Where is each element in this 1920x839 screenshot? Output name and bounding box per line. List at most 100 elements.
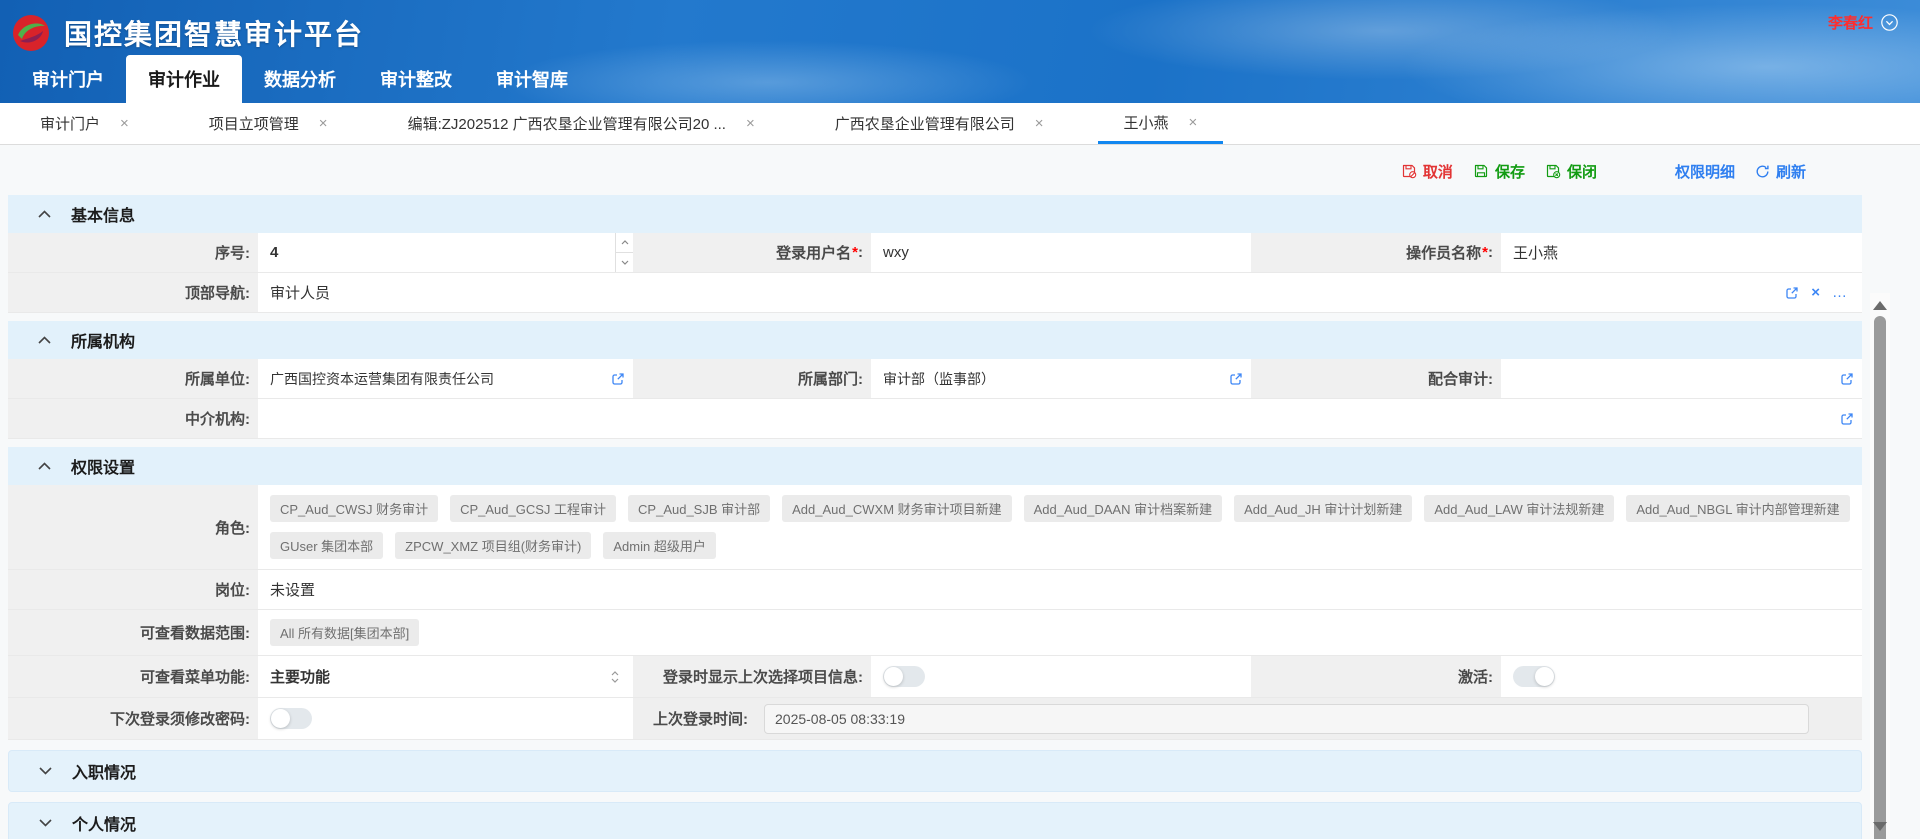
section-title: 基本信息 [71, 202, 135, 226]
role-tag: Add_Aud_CWXM 财务审计项目新建 [782, 495, 1012, 522]
operator-name-label: 操作员名称*: [1251, 233, 1501, 272]
tab-wangxiaoyan[interactable]: 王小燕 × [1098, 103, 1224, 144]
scrollbar-thumb[interactable] [1874, 316, 1886, 839]
user-dropdown-icon[interactable] [1881, 14, 1898, 31]
show-last-project-label: 登录时显示上次选择项目信息: [633, 656, 871, 697]
position-value: 未设置 [258, 570, 1862, 609]
role-tag: Add_Aud_LAW 审计法规新建 [1424, 495, 1614, 522]
top-nav-input[interactable]: 审计人员 × … [258, 273, 1862, 312]
number-spinner[interactable] [615, 233, 633, 272]
row-roles: 角色: CP_Aud_CWSJ 财务审计 CP_Aud_GCSJ 工程审计 CP… [8, 485, 1862, 570]
refresh-label: 刷新 [1776, 161, 1806, 182]
login-name-input[interactable]: wxy [871, 233, 1251, 272]
cancel-label: 取消 [1423, 161, 1453, 182]
tab-edit-zj202512[interactable]: 编辑:ZJ202512 广西农垦企业管理有限公司20 ... × [382, 103, 781, 144]
nav-item-data-analysis[interactable]: 数据分析 [242, 55, 358, 103]
chevron-down-icon [39, 814, 52, 832]
close-icon[interactable]: × [1035, 115, 1044, 132]
section-title: 权限设置 [71, 454, 135, 478]
active-toggle[interactable] [1513, 666, 1555, 687]
last-login-label: 上次登录时间: [653, 708, 756, 729]
spinner-down-icon[interactable] [616, 253, 633, 272]
coop-audit-input[interactable] [1501, 359, 1862, 398]
cancel-button[interactable]: 取消 [1401, 161, 1453, 182]
section-title: 所属机构 [71, 328, 135, 352]
active-cell [1501, 656, 1862, 697]
tab-gxnk-company[interactable]: 广西农垦企业管理有限公司 × [809, 103, 1070, 144]
section-perms-header[interactable]: 权限设置 [8, 447, 1862, 485]
chevron-up-icon [38, 205, 51, 223]
vertical-scrollbar[interactable] [1870, 293, 1890, 839]
external-link-icon[interactable] [1785, 286, 1799, 300]
section-org-header[interactable]: 所属机构 [8, 321, 1862, 359]
close-icon[interactable]: × [746, 115, 755, 132]
scroll-up-icon[interactable] [1873, 301, 1887, 310]
close-icon[interactable]: × [1189, 114, 1198, 131]
last-login-value: 2025-08-05 08:33:19 [764, 704, 1809, 734]
external-link-icon[interactable] [1840, 412, 1854, 426]
floppy-close-icon [1545, 163, 1561, 179]
data-scope-tag: All 所有数据[集团本部] [270, 619, 419, 646]
close-icon[interactable]: × [120, 115, 129, 132]
close-icon[interactable]: × [319, 115, 328, 132]
form-toolbar: 取消 保存 保闭 权限明细 刷新 [8, 155, 1862, 187]
nav-item-audit-portal[interactable]: 审计门户 [10, 55, 126, 103]
tab-bar: 审计门户 × 项目立项管理 × 编辑:ZJ202512 广西农垦企业管理有限公司… [0, 103, 1920, 145]
dept-input[interactable]: 审计部（监事部） [871, 359, 1251, 398]
floppy-cancel-icon [1401, 163, 1417, 179]
active-label: 激活: [1251, 656, 1501, 697]
main-nav: 审计门户 审计作业 数据分析 审计整改 审计智库 [0, 56, 1920, 103]
spinner-up-icon[interactable] [616, 233, 633, 253]
section-basic-info-header[interactable]: 基本信息 [8, 195, 1862, 233]
unit-label: 所属单位: [8, 359, 258, 398]
save-close-button[interactable]: 保闭 [1545, 161, 1597, 182]
change-pwd-toggle[interactable] [270, 708, 312, 729]
role-tag: CP_Aud_GCSJ 工程审计 [450, 495, 616, 522]
role-tag: CP_Aud_CWSJ 财务审计 [270, 495, 438, 522]
agency-input[interactable] [258, 399, 1862, 438]
tab-project-setup[interactable]: 项目立项管理 × [183, 103, 354, 144]
floppy-save-icon [1473, 163, 1489, 179]
row-pwd-lastlogin: 下次登录须修改密码: 上次登录时间: 2025-08-05 08:33:19 [8, 698, 1862, 740]
user-menu[interactable]: 李春红 [1828, 12, 1898, 33]
unit-input[interactable]: 广西国控资本运营集团有限责任公司 [258, 359, 633, 398]
select-arrows-icon [611, 656, 619, 697]
show-last-project-toggle[interactable] [883, 666, 925, 687]
row-menu-toggles: 可查看菜单功能: 主要功能 登录时显示上次选择项目信息: 激活: [8, 656, 1862, 698]
nav-item-audit-rectify[interactable]: 审计整改 [358, 55, 474, 103]
external-link-icon[interactable] [1229, 372, 1243, 386]
section-onboarding-header[interactable]: 入职情况 [8, 750, 1862, 792]
dept-label: 所属部门: [633, 359, 871, 398]
nav-item-audit-work[interactable]: 审计作业 [126, 55, 242, 103]
external-link-icon[interactable] [611, 372, 625, 386]
role-tag: ZPCW_XMZ 项目组(财务审计) [395, 532, 591, 559]
app-logo-icon [12, 14, 50, 52]
operator-name-input[interactable]: 王小燕 [1501, 233, 1862, 272]
permission-detail-button[interactable]: 权限明细 [1675, 161, 1735, 182]
section-personal-header[interactable]: 个人情况 [8, 802, 1862, 839]
seq-label: 序号: [8, 233, 258, 272]
external-link-icon[interactable] [1840, 372, 1854, 386]
seq-input[interactable]: 4 [258, 233, 633, 272]
save-button[interactable]: 保存 [1473, 161, 1525, 182]
tab-label: 广西农垦企业管理有限公司 [835, 113, 1015, 134]
nav-item-audit-knowledge[interactable]: 审计智库 [474, 55, 590, 103]
position-label: 岗位: [8, 570, 258, 609]
row-top-nav: 顶部导航: 审计人员 × … [8, 273, 1862, 313]
tab-audit-portal[interactable]: 审计门户 × [14, 103, 155, 144]
tab-label: 王小燕 [1124, 112, 1169, 133]
role-tag: CP_Aud_SJB 审计部 [628, 495, 770, 522]
roles-label: 角色: [8, 485, 258, 569]
tab-label: 项目立项管理 [209, 113, 299, 134]
row-agency: 中介机构: [8, 399, 1862, 439]
clear-icon[interactable]: × [1811, 284, 1820, 301]
scroll-down-icon[interactable] [1873, 822, 1887, 831]
agency-label: 中介机构: [8, 399, 258, 438]
refresh-button[interactable]: 刷新 [1755, 161, 1806, 182]
save-label: 保存 [1495, 161, 1525, 182]
menu-func-select[interactable]: 主要功能 [258, 656, 633, 697]
menu-func-label: 可查看菜单功能: [8, 656, 258, 697]
change-pwd-cell [258, 698, 633, 739]
app-header: 国控集团智慧审计平台 李春红 审计门户 审计作业 数据分析 审计整改 审计智库 [0, 0, 1920, 103]
more-icon[interactable]: … [1832, 284, 1848, 301]
